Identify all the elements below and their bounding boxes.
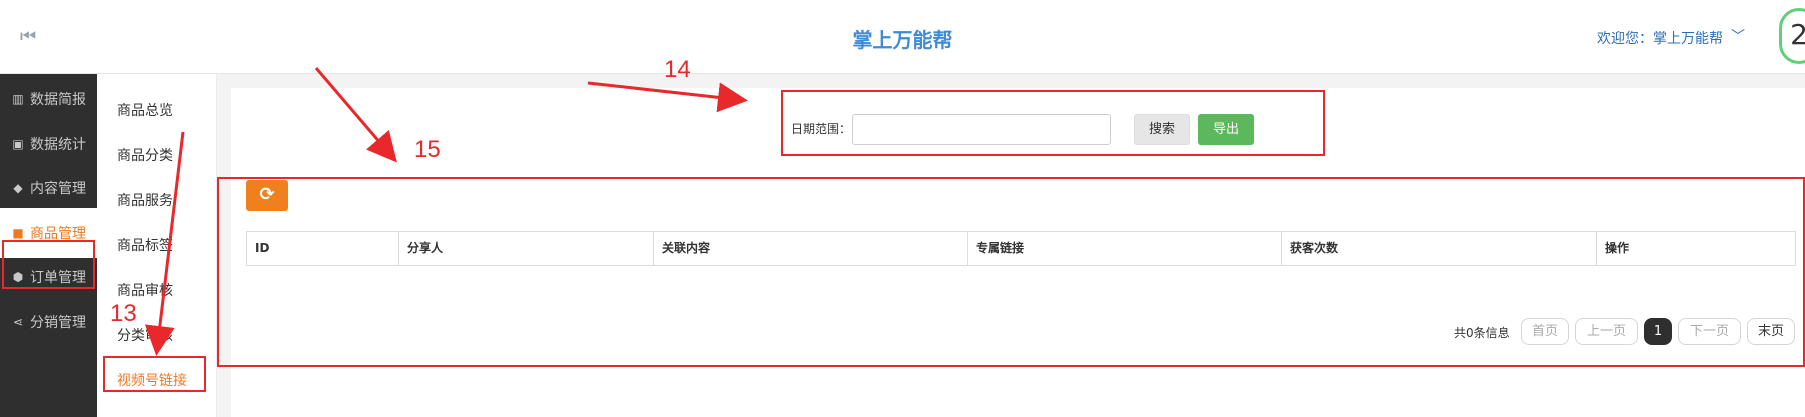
annotation-arrows bbox=[144, 67, 748, 356]
annotation-arrow-15 bbox=[314, 67, 397, 163]
annotation-arrow-13 bbox=[144, 131, 185, 356]
annotation-arrow-14 bbox=[587, 81, 748, 113]
